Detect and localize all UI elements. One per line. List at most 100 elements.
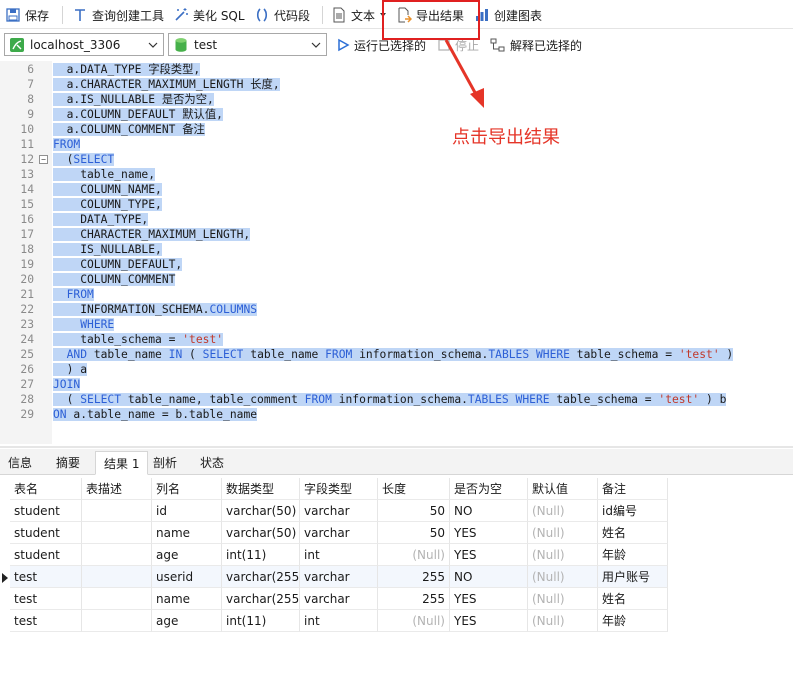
table-cell[interactable]: (Null) bbox=[528, 610, 598, 632]
sql-keyword: FROM bbox=[325, 348, 353, 361]
table-cell[interactable]: (Null) bbox=[378, 610, 450, 632]
table-cell[interactable]: varchar(50) bbox=[222, 522, 300, 544]
code-text: a.DATA_TYPE 字段类型, bbox=[53, 62, 201, 77]
column-header[interactable]: 字段类型 bbox=[300, 478, 378, 500]
line-number: 26 bbox=[20, 363, 34, 376]
table-row[interactable]: test age int(11) int (Null) YES (Null) 年龄 bbox=[0, 610, 668, 632]
table-cell[interactable]: test bbox=[10, 566, 82, 588]
column-header[interactable]: 长度 bbox=[378, 478, 450, 500]
table-row[interactable]: test userid varchar(255) varchar 255 NO (Null)… bbox=[0, 566, 668, 588]
table-row[interactable]: student id varchar(50) varchar 50 NO (Null) id编… bbox=[0, 500, 668, 522]
table-cell[interactable]: (Null) bbox=[528, 544, 598, 566]
table-cell[interactable] bbox=[82, 522, 152, 544]
table-cell[interactable]: (Null) bbox=[528, 588, 598, 610]
table-cell[interactable]: varchar bbox=[300, 500, 378, 522]
column-header[interactable]: 是否为空 bbox=[450, 478, 528, 500]
tab-result-1[interactable]: 结果 1 bbox=[95, 451, 149, 475]
column-header[interactable]: 表描述 bbox=[82, 478, 152, 500]
table-cell[interactable] bbox=[82, 544, 152, 566]
table-cell[interactable]: YES bbox=[450, 544, 528, 566]
play-icon bbox=[338, 38, 350, 52]
tab-status[interactable]: 状态 bbox=[192, 451, 232, 475]
sql-token: DATA_TYPE, bbox=[53, 213, 149, 226]
table-cell[interactable]: id编号 bbox=[598, 500, 668, 522]
table-cell[interactable]: 用户账号 bbox=[598, 566, 668, 588]
sql-editor[interactable]: 6 a.DATA_TYPE 字段类型, 7 a.CHARACTER_MAXIMUM… bbox=[0, 61, 793, 444]
table-cell[interactable]: varchar(50) bbox=[222, 500, 300, 522]
sql-keyword: AND bbox=[66, 348, 88, 361]
magic-wand-icon bbox=[175, 8, 188, 21]
table-cell[interactable]: student bbox=[10, 544, 82, 566]
table-cell[interactable]: YES bbox=[450, 588, 528, 610]
column-header[interactable]: 列名 bbox=[152, 478, 222, 500]
column-header[interactable]: 数据类型 bbox=[222, 478, 300, 500]
table-cell[interactable]: int(11) bbox=[222, 544, 300, 566]
table-cell[interactable] bbox=[82, 566, 152, 588]
table-cell[interactable]: int(11) bbox=[222, 610, 300, 632]
code-line: 25 AND table_name IN ( SELECT table_name… bbox=[0, 347, 793, 362]
text-button[interactable]: 文本 bbox=[331, 4, 387, 26]
code-snippet-button[interactable]: 代码段 bbox=[254, 4, 310, 26]
table-cell[interactable]: NO bbox=[450, 500, 528, 522]
table-cell[interactable]: int bbox=[300, 544, 378, 566]
table-cell[interactable]: id bbox=[152, 500, 222, 522]
table-cell[interactable]: age bbox=[152, 610, 222, 632]
table-cell[interactable]: 50 bbox=[378, 500, 450, 522]
explain-selected-button[interactable]: 解释已选择的 bbox=[490, 34, 582, 56]
table-cell[interactable]: name bbox=[152, 588, 222, 610]
table-cell[interactable]: 50 bbox=[378, 522, 450, 544]
table-cell[interactable]: 年龄 bbox=[598, 610, 668, 632]
code-text: COLUMN_TYPE, bbox=[53, 197, 162, 212]
beautify-sql-label: 美化 SQL bbox=[193, 8, 245, 23]
connection-select[interactable]: localhost_3306 bbox=[4, 33, 164, 56]
table-cell[interactable]: 姓名 bbox=[598, 588, 668, 610]
line-number: 25 bbox=[20, 348, 34, 361]
table-cell[interactable]: YES bbox=[450, 522, 528, 544]
tab-info[interactable]: 信息 bbox=[0, 451, 40, 475]
table-cell[interactable]: (Null) bbox=[378, 544, 450, 566]
table-cell[interactable]: name bbox=[152, 522, 222, 544]
table-row[interactable]: student name varchar(50) varchar 50 YES (Null)… bbox=[0, 522, 668, 544]
table-cell[interactable]: int bbox=[300, 610, 378, 632]
table-cell[interactable]: 255 bbox=[378, 566, 450, 588]
table-cell[interactable]: (Null) bbox=[528, 500, 598, 522]
column-header[interactable]: 默认值 bbox=[528, 478, 598, 500]
beautify-sql-button[interactable]: 美化 SQL bbox=[173, 4, 245, 26]
save-button[interactable]: 保存 bbox=[5, 4, 49, 26]
table-row[interactable]: test name varchar(255) varchar 255 YES (Null) 姓… bbox=[0, 588, 668, 610]
table-cell[interactable]: varchar(255) bbox=[222, 588, 300, 610]
table-cell[interactable]: (Null) bbox=[528, 522, 598, 544]
column-header[interactable]: 表名 bbox=[10, 478, 82, 500]
table-cell[interactable]: student bbox=[10, 500, 82, 522]
table-cell[interactable]: 姓名 bbox=[598, 522, 668, 544]
table-cell[interactable]: 年龄 bbox=[598, 544, 668, 566]
table-row[interactable]: student age int(11) int (Null) YES (Null) 年龄 bbox=[0, 544, 668, 566]
table-cell[interactable]: varchar bbox=[300, 566, 378, 588]
column-header[interactable]: 备注 bbox=[598, 478, 668, 500]
table-cell[interactable]: test bbox=[10, 588, 82, 610]
create-chart-button[interactable]: 创建图表 bbox=[474, 4, 542, 26]
table-cell[interactable]: NO bbox=[450, 566, 528, 588]
table-cell[interactable]: age bbox=[152, 544, 222, 566]
sql-keyword: WHERE bbox=[80, 318, 115, 331]
result-tabs: 信息 摘要 结果 1 剖析 状态 bbox=[0, 449, 793, 475]
fold-toggle-icon[interactable]: − bbox=[39, 155, 48, 164]
tab-profile[interactable]: 剖析 bbox=[145, 451, 185, 475]
line-number: 21 bbox=[20, 288, 34, 301]
table-cell[interactable]: 255 bbox=[378, 588, 450, 610]
table-cell[interactable]: varchar bbox=[300, 588, 378, 610]
tab-summary[interactable]: 摘要 bbox=[48, 451, 88, 475]
panel-splitter[interactable] bbox=[0, 446, 793, 448]
table-cell[interactable] bbox=[82, 610, 152, 632]
table-cell[interactable]: test bbox=[10, 610, 82, 632]
table-cell[interactable] bbox=[82, 588, 152, 610]
query-builder-button[interactable]: 查询创建工具 bbox=[72, 4, 164, 26]
table-cell[interactable]: userid bbox=[152, 566, 222, 588]
table-cell[interactable]: varchar(255) bbox=[222, 566, 300, 588]
table-cell[interactable]: YES bbox=[450, 610, 528, 632]
table-cell[interactable]: varchar bbox=[300, 522, 378, 544]
table-cell[interactable]: student bbox=[10, 522, 82, 544]
table-cell[interactable]: (Null) bbox=[528, 566, 598, 588]
database-select[interactable]: test bbox=[168, 33, 327, 56]
table-cell[interactable] bbox=[82, 500, 152, 522]
